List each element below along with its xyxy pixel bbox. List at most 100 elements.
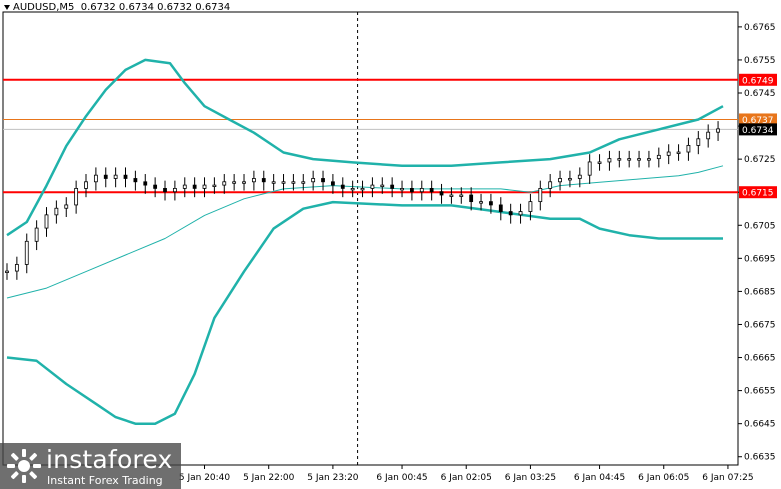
y-tick-label: 0.6755 xyxy=(744,56,776,66)
support-price-label: 0.6715 xyxy=(742,189,774,199)
candle-body xyxy=(172,188,177,193)
candle-body xyxy=(222,181,227,186)
candle-body xyxy=(5,270,9,273)
candle-body xyxy=(103,174,108,179)
chart-header: AUDUSD,M5 0.6732 0.6734 0.6732 0.6734 xyxy=(4,2,230,13)
candle-body xyxy=(331,181,335,186)
y-tick-label: 0.6695 xyxy=(744,254,776,264)
candle-body xyxy=(212,184,217,187)
candle-body xyxy=(696,138,701,146)
price-chart[interactable]: 0.67650.67550.67450.67350.67250.67150.67… xyxy=(0,0,781,489)
candle-body xyxy=(686,145,691,153)
candle-body xyxy=(597,161,602,164)
candle-body xyxy=(439,191,444,196)
x-tick-label: 6 Jan 04:45 xyxy=(574,473,625,483)
candle-body xyxy=(666,151,671,156)
candle-body xyxy=(14,264,19,272)
y-tick-label: 0.6675 xyxy=(744,320,776,330)
candle-body xyxy=(528,201,533,212)
x-tick-label: 6 Jan 07:25 xyxy=(702,473,753,483)
x-tick-label: 6 Jan 06:05 xyxy=(638,473,689,483)
candle-body xyxy=(74,188,79,206)
candle-body xyxy=(558,178,562,183)
resistance-price-label: 0.6749 xyxy=(742,76,774,86)
candle-body xyxy=(469,194,474,203)
candle-body xyxy=(64,204,69,209)
candle-body xyxy=(617,158,622,161)
candle-body xyxy=(518,211,523,216)
y-tick-label: 0.6765 xyxy=(744,23,776,33)
candle-body xyxy=(182,184,187,189)
candle-body xyxy=(242,181,246,184)
candle-body xyxy=(627,158,632,161)
y-tick-label: 0.6665 xyxy=(744,354,776,364)
x-tick-label: 6 Jan 00:45 xyxy=(376,473,427,483)
candle-body xyxy=(489,201,493,206)
candle-body xyxy=(192,184,197,189)
instaforex-logo-icon xyxy=(7,449,41,483)
candle-body xyxy=(410,188,414,193)
candle-body xyxy=(153,184,158,189)
candle-body xyxy=(370,184,375,189)
candle-body xyxy=(350,188,355,191)
candle-body xyxy=(459,194,464,197)
brand-name: instaforex xyxy=(46,445,173,474)
candle-body xyxy=(340,184,345,189)
candle-body xyxy=(93,174,98,183)
x-tick-label: 5 Jan 20:40 xyxy=(179,473,231,483)
y-tick-label: 0.6635 xyxy=(744,453,776,463)
candle-body xyxy=(311,178,316,183)
y-tick-label: 0.6705 xyxy=(744,221,776,231)
candle-body xyxy=(479,201,483,204)
candle-body xyxy=(271,181,276,184)
candle-body xyxy=(538,188,543,203)
candle-body xyxy=(607,158,612,163)
candle-body xyxy=(54,207,59,216)
y-tick-label: 0.6645 xyxy=(744,420,776,430)
brand-tagline: Instant Forex Trading xyxy=(47,474,163,487)
y-tick-label: 0.6745 xyxy=(744,89,776,99)
candle-body xyxy=(44,214,49,229)
candle-body xyxy=(587,161,592,176)
candle-body xyxy=(113,174,118,179)
candle-body xyxy=(380,184,385,187)
y-tick-label: 0.6685 xyxy=(744,287,776,297)
dropdown-triangle-icon[interactable] xyxy=(4,4,10,10)
candle-body xyxy=(637,158,641,161)
candle-body xyxy=(251,178,256,183)
current-price-label: 0.6734 xyxy=(742,126,774,136)
candle-body xyxy=(143,181,148,186)
candle-body xyxy=(202,184,207,189)
candle-body xyxy=(123,174,128,179)
candle-body xyxy=(291,181,296,184)
x-tick-label: 6 Jan 03:25 xyxy=(505,473,556,483)
x-tick-label: 5 Jan 23:20 xyxy=(307,473,359,483)
candle-body xyxy=(281,181,286,184)
candle-body xyxy=(647,158,651,161)
y-tick-label: 0.6725 xyxy=(744,155,776,165)
candle-body xyxy=(706,131,711,140)
candle-body xyxy=(577,174,582,179)
candle-body xyxy=(676,151,681,154)
symbol-label: AUDUSD,M5 xyxy=(13,2,75,13)
candle-body xyxy=(656,154,661,160)
x-tick-label: 6 Jan 02:05 xyxy=(441,473,492,483)
candle-body xyxy=(548,181,553,189)
candle-body xyxy=(429,188,434,193)
candle-body xyxy=(390,184,395,189)
candle-body xyxy=(508,211,513,216)
candle-body xyxy=(133,178,138,183)
candle-body xyxy=(34,227,39,242)
candle-body xyxy=(498,204,503,212)
candle-body xyxy=(321,178,325,183)
candle-body xyxy=(419,188,424,193)
candle-body xyxy=(163,188,167,193)
candle-body xyxy=(716,128,720,133)
candle-body xyxy=(261,178,266,183)
x-tick-label: 5 Jan 22:00 xyxy=(243,473,295,483)
candle-body xyxy=(24,240,29,265)
candle-body xyxy=(84,181,88,189)
candle-body xyxy=(400,188,404,191)
y-tick-label: 0.6655 xyxy=(744,387,776,397)
instaforex-watermark: instaforex Instant Forex Trading xyxy=(0,443,181,489)
